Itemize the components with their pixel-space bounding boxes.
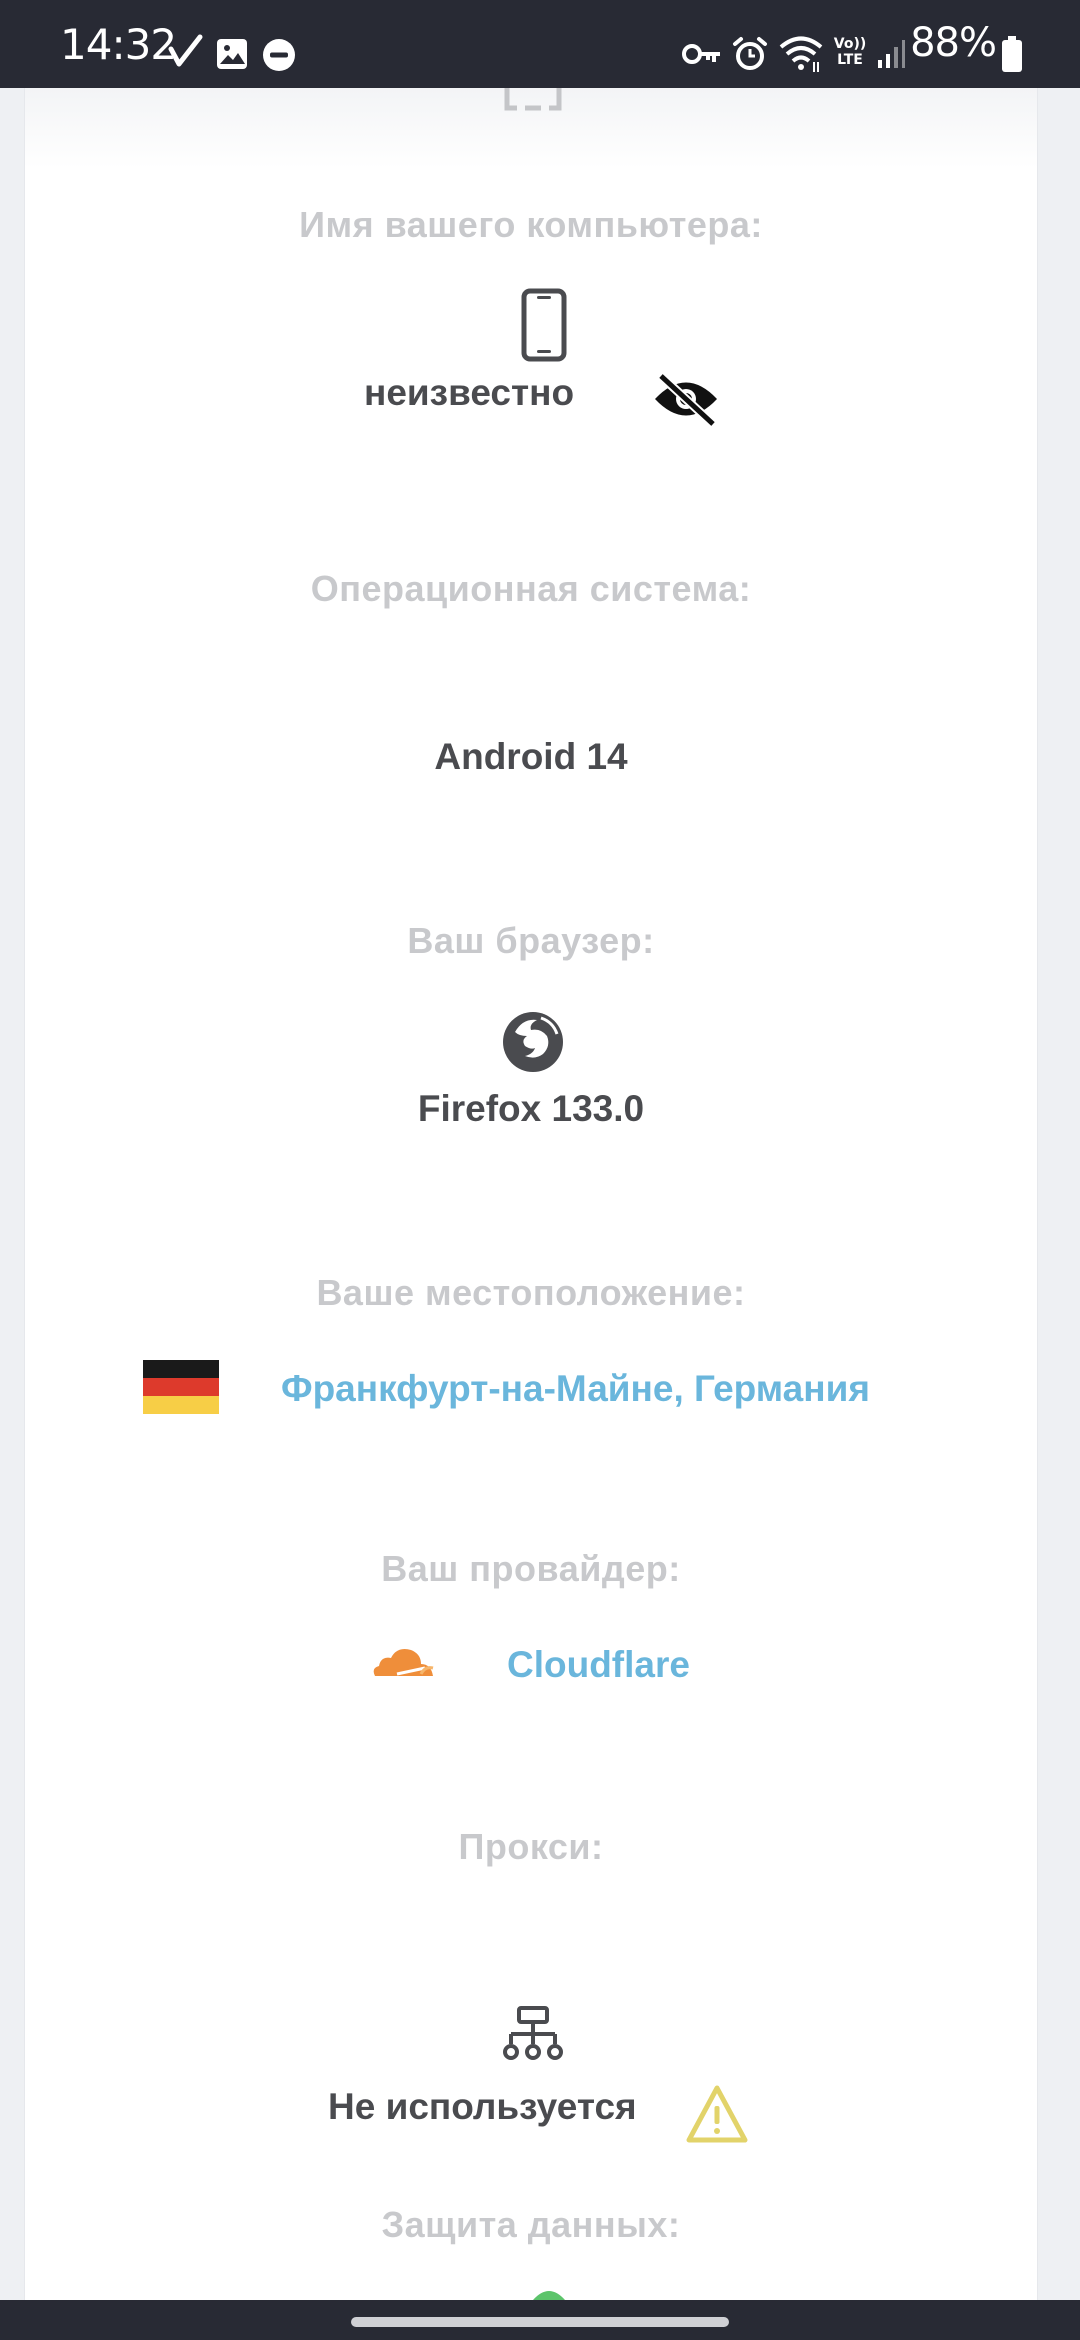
germany-flag-icon	[143, 1360, 219, 1414]
provider-link[interactable]: Cloudflare	[507, 1644, 690, 1686]
proxy-value: Не используется	[328, 2086, 637, 2127]
scan-frame-icon	[504, 88, 562, 111]
check-mark-icon	[168, 34, 203, 67]
wifi-icon	[779, 36, 823, 72]
gallery-icon	[217, 39, 247, 69]
browser-label: Ваш браузер:	[407, 920, 655, 961]
battery-percentage: 88%	[910, 20, 997, 66]
ip-info-card: Имя вашего компьютера: неизвестно Операц…	[24, 88, 1038, 2300]
navigation-bar	[0, 2300, 1080, 2340]
computer-name-value: неизвестно	[364, 372, 575, 413]
data-protection-label: Защита данных:	[381, 2204, 681, 2245]
eye-off-icon[interactable]	[651, 370, 721, 428]
network-tree-icon	[503, 2006, 563, 2060]
signal-icon	[878, 40, 905, 68]
status-bar: 14:32 Vo)) LTE 88%	[0, 0, 1080, 88]
smartphone-icon	[521, 288, 567, 362]
volte-icon: Vo)) LTE	[832, 36, 868, 68]
volte-text: Vo)) LTE	[833, 36, 867, 68]
status-indicator-icon	[533, 2291, 565, 2300]
do-not-disturb-icon	[263, 39, 295, 71]
location-label: Ваше местоположение:	[316, 1272, 746, 1313]
proxy-label: Прокси:	[458, 1826, 604, 1867]
provider-label: Ваш провайдер:	[381, 1548, 681, 1589]
location-link[interactable]: Франкфурт-на-Майне, Германия	[281, 1368, 870, 1410]
warning-icon	[686, 2085, 748, 2143]
firefox-icon	[503, 1012, 563, 1072]
battery-icon	[1002, 36, 1022, 72]
home-gesture-handle[interactable]	[351, 2317, 729, 2327]
browser-value: Firefox 133.0	[417, 1088, 645, 1129]
computer-name-label: Имя вашего компьютера:	[299, 204, 763, 245]
alarm-icon	[733, 37, 767, 70]
vpn-key-icon	[682, 44, 720, 64]
os-label: Операционная система:	[310, 568, 752, 609]
status-time: 14:32	[60, 20, 177, 69]
os-value: Android 14	[434, 736, 628, 777]
screen: 14:32 Vo)) LTE 88% Имя вашего компьютера…	[0, 0, 1080, 2340]
cloudflare-icon	[373, 1649, 434, 1676]
